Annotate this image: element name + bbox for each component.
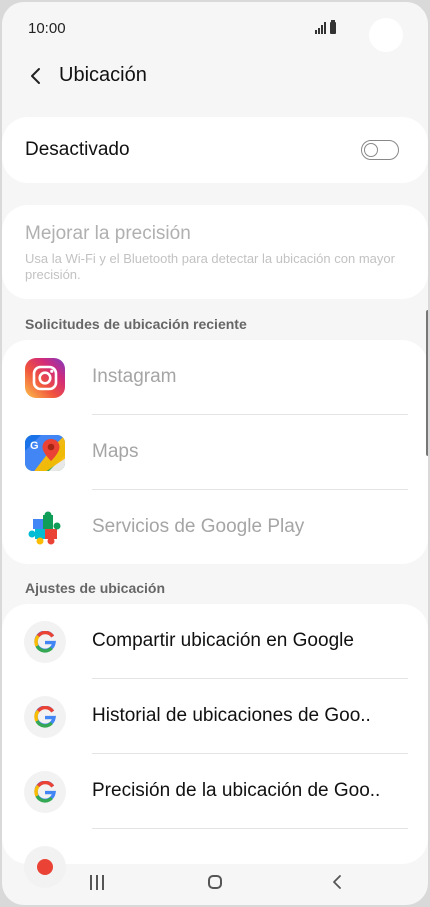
battery-icon [330,20,336,34]
app-bar: Ubicación [2,58,428,98]
list-item-label: Precisión de la ubicación de Goo.. [92,780,381,801]
google-icon [24,621,66,663]
list-item-label: Compartir ubicación en Google [92,630,354,651]
maps-icon: G [24,432,66,474]
list-item-label: Servicios de Google Play [92,516,305,537]
google-play-services-icon [24,507,66,549]
list-item-share-location[interactable]: Compartir ubicación en Google [2,604,428,679]
location-toggle-row[interactable]: Desactivado [2,117,428,183]
list-item-location-accuracy[interactable]: Precisión de la ubicación de Goo.. [2,754,428,829]
scrollbar[interactable] [426,310,428,456]
location-switch[interactable] [361,140,399,160]
google-icon [24,696,66,738]
list-item-label: Historial de ubicaciones de Goo.. [92,705,371,726]
status-time: 10:00 [28,20,66,37]
status-icons [315,20,336,34]
list-item-instagram[interactable]: Instagram [2,340,428,415]
recent-requests-header: Solicitudes de ubicación reciente [25,316,247,332]
list-item-label: Instagram [92,366,177,387]
recents-icon[interactable] [82,869,112,895]
navigation-bar [2,857,428,905]
list-item-label: Maps [92,441,139,462]
location-settings-list: Compartir ubicación en Google Historial … [2,604,428,888]
back-icon[interactable] [322,869,352,895]
phone-screen: 10:00 Ubicación Desactivado Mejorar la p… [2,2,428,905]
front-camera-cutout [369,18,403,52]
switch-knob [364,142,378,157]
recent-requests-list: Instagram G Maps Servicios de Google Pla… [2,340,428,564]
improve-accuracy-description: Usa la Wi-Fi y el Bluetooth para detecta… [25,251,395,282]
status-bar: 10:00 [2,2,428,56]
location-toggle-label: Desactivado [25,139,130,160]
home-icon[interactable] [200,869,230,895]
back-arrow-icon[interactable] [24,64,48,88]
google-icon [24,771,66,813]
page-title: Ubicación [59,64,147,86]
svg-text:G: G [30,440,39,452]
list-item-maps[interactable]: G Maps [2,415,428,490]
location-settings-header: Ajustes de ubicación [25,580,166,596]
improve-accuracy-title: Mejorar la precisión [25,223,191,244]
list-item-location-history[interactable]: Historial de ubicaciones de Goo.. [2,679,428,754]
improve-accuracy-row[interactable]: Mejorar la precisión Usa la Wi-Fi y el B… [2,205,428,299]
list-item-google-play-services[interactable]: Servicios de Google Play [2,490,428,565]
signal-icon [315,22,326,34]
instagram-icon [24,357,66,399]
